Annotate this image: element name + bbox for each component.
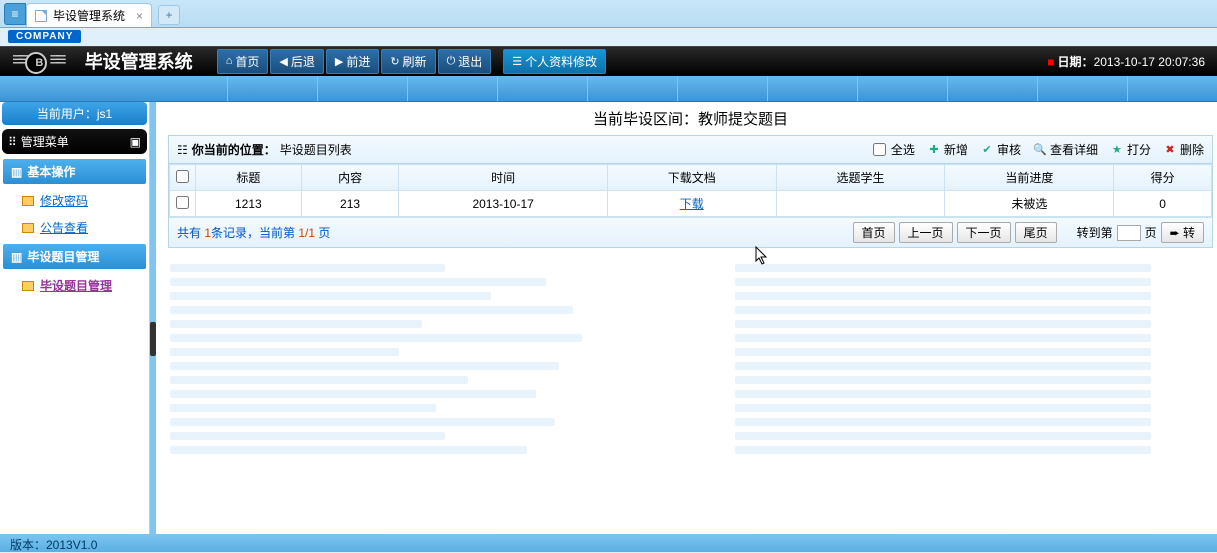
row-checkbox[interactable] (176, 196, 189, 209)
close-icon[interactable]: × (136, 9, 143, 23)
cell-time: 2013-10-17 (399, 191, 607, 217)
action-score[interactable]: ★打分 (1110, 141, 1151, 158)
sidebar-section-basic[interactable]: ▥ 基本操作 (3, 159, 146, 184)
nav-refresh[interactable]: ↻刷新 (381, 49, 435, 74)
pager: 共有 1条记录，当前第 1/1 页 首页 上一页 下一页 尾页 转到第 页 ➨ … (169, 217, 1212, 247)
check-icon: ✔ (980, 143, 994, 157)
folder-icon (22, 281, 34, 291)
sidebar-item-topic-manage[interactable]: 毕设题目管理 (0, 272, 149, 299)
table-header-row: 标题 内容 时间 下载文档 选题学生 当前进度 得分 (170, 165, 1212, 191)
breadcrumb: ☷ 你当前的位置： 毕设题目列表 (177, 141, 352, 158)
star-icon: ★ (1110, 143, 1124, 157)
page-icon (35, 10, 47, 22)
cell-student (776, 191, 945, 217)
power-icon: ⏻ (447, 55, 456, 68)
nav-home[interactable]: ⌂首页 (217, 49, 269, 74)
pager-first[interactable]: 首页 (853, 222, 895, 243)
placeholder-content (168, 248, 1213, 470)
nav-profile[interactable]: ☰个人资料修改 (503, 49, 606, 74)
search-icon: 🔍 (1033, 143, 1047, 157)
pager-prev[interactable]: 上一页 (899, 222, 953, 243)
nav-back[interactable]: ◀后退 (270, 49, 323, 74)
sidebar-item-password[interactable]: 修改密码 (0, 187, 149, 214)
folder-icon (22, 196, 34, 206)
delete-icon: ✖ (1163, 143, 1177, 157)
section-icon: ▥ (11, 165, 22, 179)
sidebar-header: ⠿ 管理菜单 ▣ (2, 129, 147, 154)
nav-bar: ⌂首页 ◀后退 ▶前进 ↻刷新 ⏻退出 ☰个人资料修改 (217, 49, 606, 74)
sidebar-item-notice[interactable]: 公告查看 (0, 214, 149, 241)
add-icon: ✚ (927, 143, 941, 157)
cell-content: 213 (301, 191, 399, 217)
app-header: ≡≡B≡≡ 毕设管理系统 ⌂首页 ◀后退 ▶前进 ↻刷新 ⏻退出 ☰个人资料修改… (0, 46, 1217, 76)
grid-icon: ⠿ (8, 135, 17, 149)
action-audit[interactable]: ✔审核 (980, 141, 1021, 158)
pager-page-unit: 页 (1145, 224, 1157, 241)
window-menu-button[interactable]: ≡ (4, 3, 26, 25)
browser-tab[interactable]: 毕设管理系统 × (26, 3, 152, 27)
pager-page-input[interactable] (1117, 225, 1141, 241)
header-checkbox[interactable] (176, 170, 189, 183)
footer: 版本：2013V1.0 (0, 534, 1217, 552)
table-row[interactable]: 1213 213 2013-10-17 下载 未被选 0 (170, 191, 1212, 217)
section-icon: ▥ (11, 250, 22, 264)
sidebar-section-topic[interactable]: ▥ 毕设题目管理 (3, 244, 146, 269)
nav-exit[interactable]: ⏻退出 (438, 49, 492, 74)
sub-header (0, 76, 1217, 102)
forward-icon: ▶ (335, 55, 343, 68)
company-bar: COMPANY (0, 28, 1217, 46)
action-detail[interactable]: 🔍查看详细 (1033, 141, 1098, 158)
action-select-all[interactable]: 全选 (873, 141, 915, 158)
panel-actions: 全选 ✚新增 ✔审核 🔍查看详细 ★打分 ✖删除 (873, 141, 1204, 158)
col-content: 内容 (301, 165, 399, 191)
pager-info: 共有 1条记录，当前第 1/1 页 (177, 224, 330, 241)
tab-title: 毕设管理系统 (53, 7, 125, 24)
page-heading: 当前毕设区间：教师提交题目 (168, 104, 1213, 135)
pager-next[interactable]: 下一页 (957, 222, 1011, 243)
cell-score: 0 (1114, 191, 1212, 217)
col-download: 下载文档 (607, 165, 776, 191)
list-panel: ☷ 你当前的位置： 毕设题目列表 全选 ✚新增 ✔审核 🔍查看详细 ★打分 ✖删… (168, 135, 1213, 248)
col-time: 时间 (399, 165, 607, 191)
col-title: 标题 (196, 165, 302, 191)
new-tab-button[interactable]: + (158, 5, 180, 25)
footer-version: 版本：2013V1.0 (10, 538, 97, 552)
profile-icon: ☰ (512, 55, 522, 68)
select-all-checkbox[interactable] (873, 143, 886, 156)
list-icon: ☷ (177, 143, 188, 157)
home-icon: ⌂ (226, 55, 233, 67)
refresh-icon: ↻ (390, 55, 399, 68)
logo: ≡≡B≡≡ 毕设管理系统 (12, 48, 193, 74)
col-progress: 当前进度 (945, 165, 1114, 191)
action-delete[interactable]: ✖删除 (1163, 141, 1204, 158)
cell-progress: 未被选 (945, 191, 1114, 217)
col-score: 得分 (1114, 165, 1212, 191)
folder-icon (22, 223, 34, 233)
pin-icon[interactable]: ▣ (130, 135, 141, 149)
browser-tabstrip: ≡ 毕设管理系统 × + (0, 0, 1217, 28)
app-title: 毕设管理系统 (85, 48, 193, 74)
company-tag: COMPANY (8, 30, 81, 43)
col-student: 选题学生 (776, 165, 945, 191)
download-link[interactable]: 下载 (680, 197, 704, 211)
logo-icon: ≡≡B≡≡ (12, 49, 61, 74)
pager-last[interactable]: 尾页 (1015, 222, 1057, 243)
main-area: 当前毕设区间：教师提交题目 ☷ 你当前的位置： 毕设题目列表 全选 ✚新增 ✔审… (156, 102, 1217, 552)
back-icon: ◀ (279, 55, 287, 68)
action-add[interactable]: ✚新增 (927, 141, 968, 158)
sidebar: 当前用户：js1 ⠿ 管理菜单 ▣ ▥ 基本操作 修改密码 公告查看 ▥ 毕设题… (0, 102, 150, 552)
pager-go-button[interactable]: ➨ 转 (1161, 222, 1204, 243)
pager-goto-label: 转到第 (1077, 224, 1113, 241)
header-date: ■日期：2013-10-17 20:07:36 (1047, 53, 1205, 70)
cell-title: 1213 (196, 191, 302, 217)
current-user-badge: 当前用户：js1 (2, 102, 147, 125)
panel-header: ☷ 你当前的位置： 毕设题目列表 全选 ✚新增 ✔审核 🔍查看详细 ★打分 ✖删… (169, 136, 1212, 164)
nav-forward[interactable]: ▶前进 (326, 49, 379, 74)
data-table: 标题 内容 时间 下载文档 选题学生 当前进度 得分 1213 213 2013… (169, 164, 1212, 217)
